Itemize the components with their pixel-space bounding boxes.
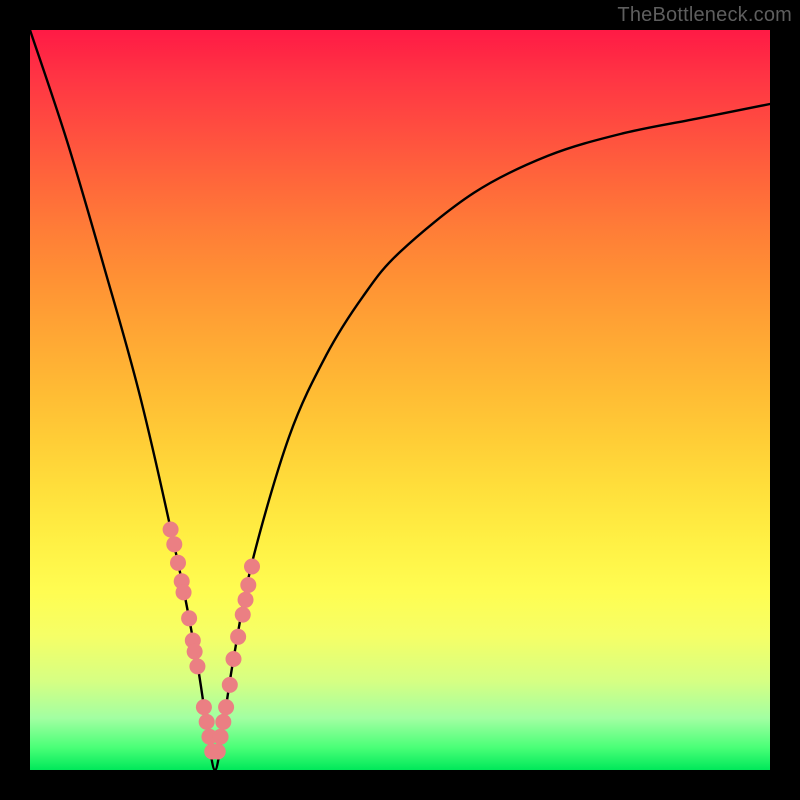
highlight-dot: [199, 714, 215, 730]
highlight-dot: [181, 610, 197, 626]
highlight-dot: [196, 699, 212, 715]
highlight-dot: [166, 536, 182, 552]
highlight-dot: [189, 658, 205, 674]
highlight-dots: [163, 522, 260, 760]
highlight-dot: [210, 744, 226, 760]
highlight-dot: [187, 644, 203, 660]
highlight-dot: [226, 651, 242, 667]
highlight-dot: [163, 522, 179, 538]
highlight-dot: [218, 699, 234, 715]
highlight-dot: [235, 607, 251, 623]
bottleneck-curve: [30, 30, 770, 770]
watermark-text: TheBottleneck.com: [617, 4, 792, 27]
highlight-dot: [222, 677, 238, 693]
bottleneck-curve-path: [30, 30, 770, 770]
highlight-dot: [240, 577, 256, 593]
outer-frame: TheBottleneck.com: [0, 0, 800, 800]
plot-area: [30, 30, 770, 770]
highlight-dot: [238, 592, 254, 608]
highlight-dot: [230, 629, 246, 645]
curve-layer: [30, 30, 770, 770]
highlight-dot: [215, 714, 231, 730]
highlight-dot: [176, 584, 192, 600]
highlight-dot: [170, 555, 186, 571]
highlight-dot: [244, 559, 260, 575]
highlight-dot: [213, 729, 229, 745]
